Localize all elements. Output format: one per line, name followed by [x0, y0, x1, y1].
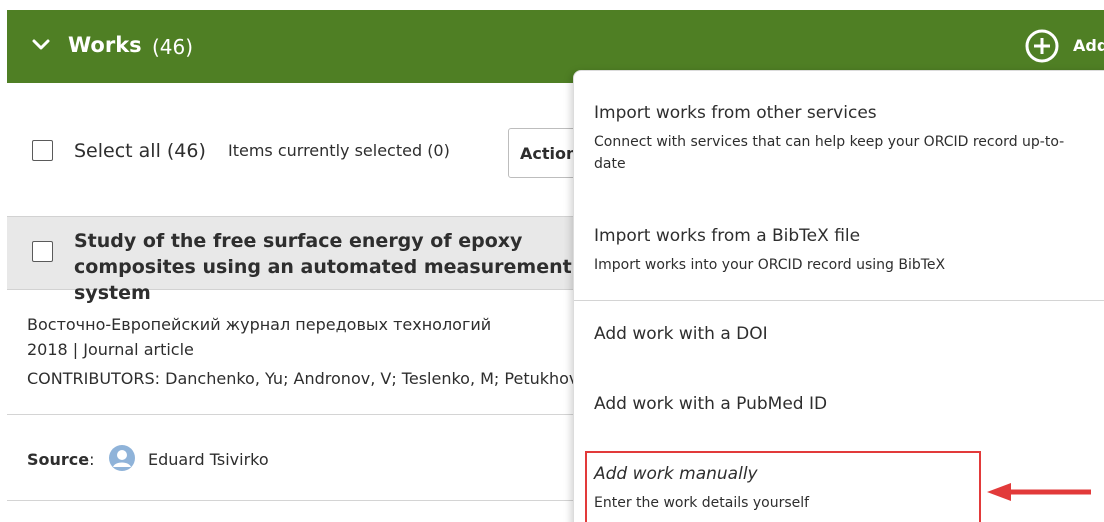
menu-divider [574, 300, 1104, 301]
plus-circle-icon[interactable] [1025, 29, 1059, 67]
menu-item-title: Add work with a PubMed ID [594, 394, 828, 414]
works-page: Works (46) Add Select all (46) Items cur… [0, 0, 1104, 522]
menu-item-add-pubmed[interactable]: Add work with a PubMed ID [594, 394, 1094, 414]
red-arrow-icon [985, 481, 1095, 507]
menu-item-description: Connect with services that can help keep… [594, 134, 1065, 172]
works-title: Works [68, 33, 142, 57]
menu-item-title: Import works from a BibTeX file [594, 226, 861, 246]
work-checkbox[interactable] [32, 241, 53, 262]
work-contributors: CONTRIBUTORS: Danchenko, Yu; Andronov, V… [27, 369, 611, 388]
menu-item-title: Add work with a DOI [594, 324, 768, 344]
work-year-type: 2018 | Journal article [27, 340, 194, 359]
chevron-down-icon[interactable] [31, 37, 51, 56]
menu-item-title: Import works from other services [594, 103, 877, 123]
works-count: (46) [152, 35, 194, 59]
highlight-box [585, 451, 981, 522]
source-label-text: Source [27, 450, 90, 469]
source-label: Source: [27, 450, 95, 469]
select-all-label[interactable]: Select all (46) [74, 140, 206, 162]
add-works-button[interactable]: Add [1073, 36, 1104, 55]
source-colon: : [89, 450, 95, 469]
source-name: Eduard Tsivirko [148, 450, 269, 469]
menu-item-import-bibtex[interactable]: Import works from a BibTeX file Import w… [594, 226, 1094, 276]
items-selected-count: Items currently selected (0) [228, 141, 450, 160]
work-title[interactable]: Study of the free surface energy of epox… [74, 228, 594, 306]
menu-item-add-doi[interactable]: Add work with a DOI [594, 324, 1094, 344]
divider [7, 414, 607, 415]
user-avatar-icon [108, 444, 136, 476]
work-journal: Восточно-Европейский журнал передовых те… [27, 315, 492, 334]
select-all-checkbox[interactable] [32, 140, 53, 161]
menu-item-import-services[interactable]: Import works from other services Connect… [594, 103, 1094, 175]
divider [7, 500, 607, 501]
menu-item-description: Import works into your ORCID record usin… [594, 257, 946, 273]
